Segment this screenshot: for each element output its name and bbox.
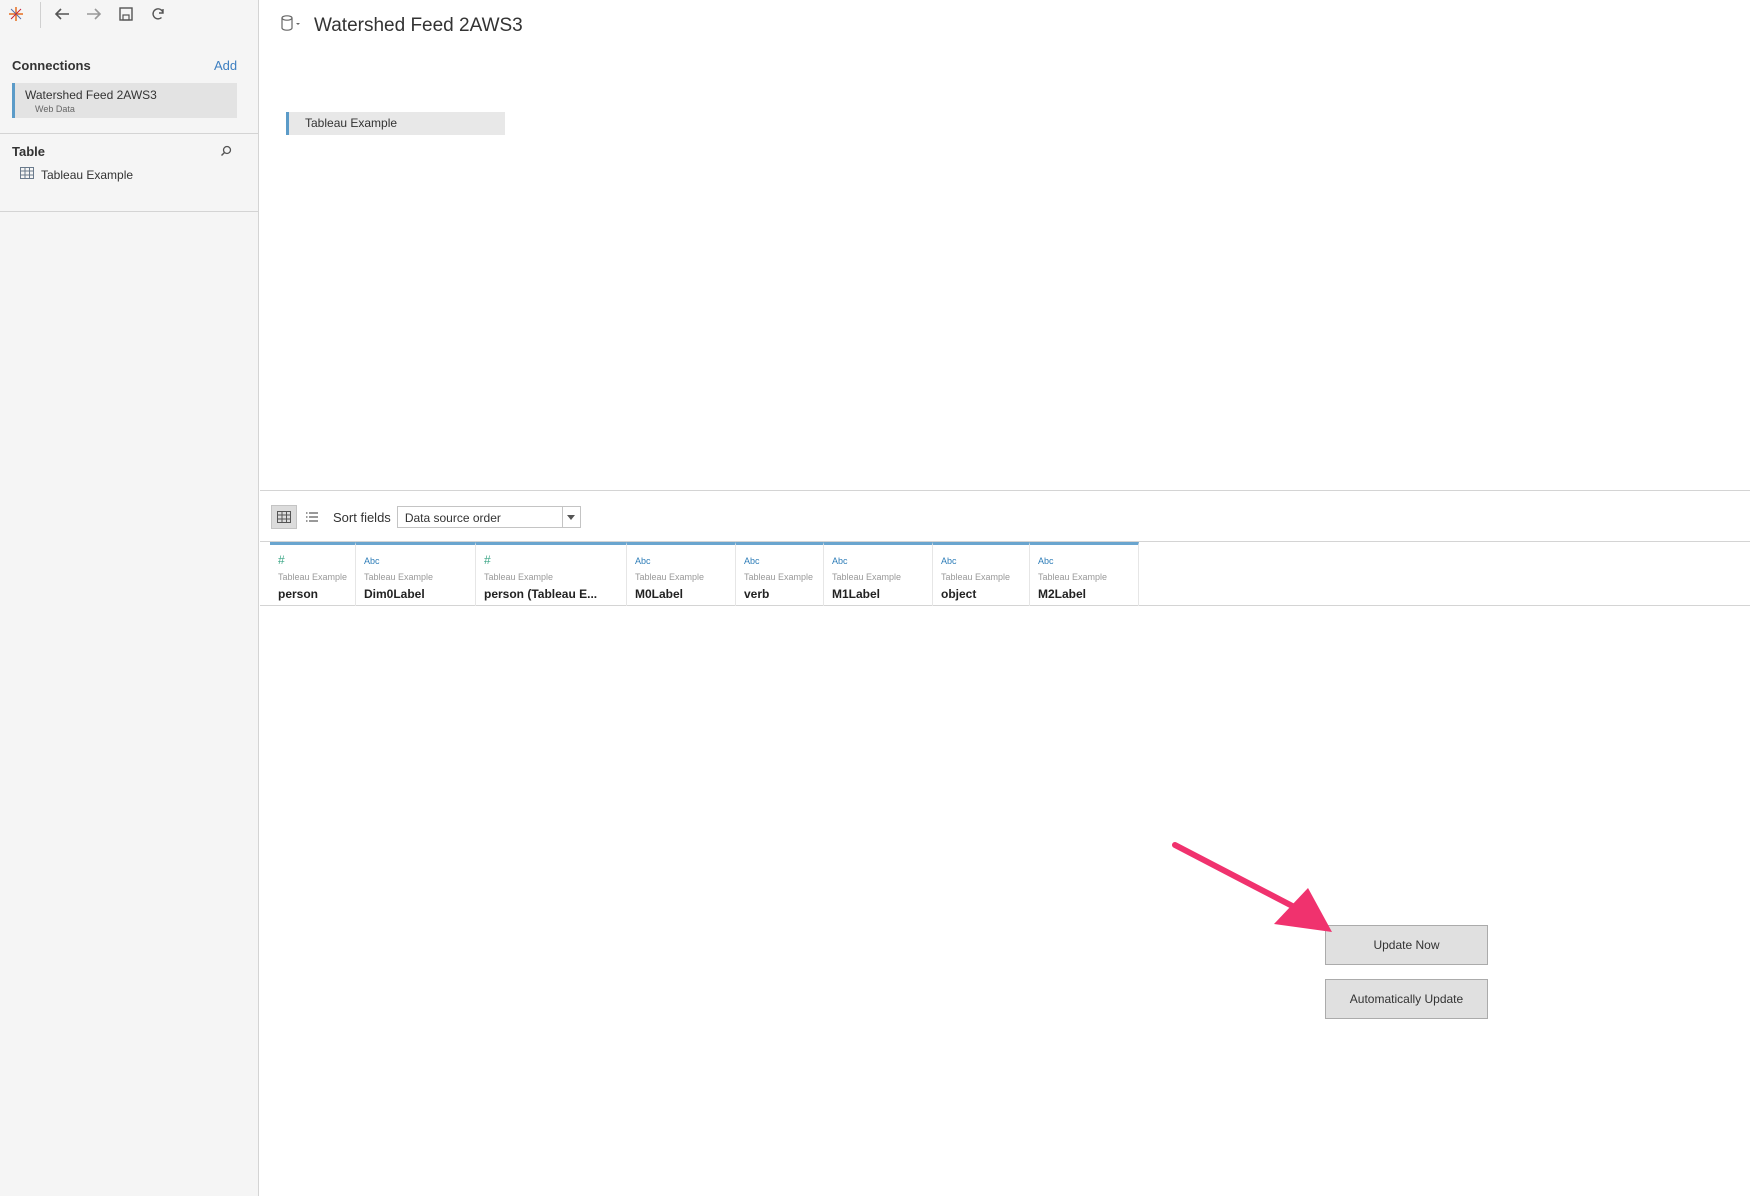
table-list-item[interactable]: Tableau Example [20, 166, 133, 184]
field-column-header[interactable]: # Tableau Example person (Tableau E... [476, 542, 627, 606]
field-name: M1Label [832, 587, 881, 601]
back-arrow-icon[interactable] [50, 2, 74, 26]
string-type-icon: Abc [832, 556, 848, 566]
database-icon[interactable] [280, 14, 302, 37]
datasource-header: Watershed Feed 2AWS3 [280, 14, 523, 37]
list-view-icon[interactable] [299, 505, 325, 529]
string-type-icon: Abc [635, 556, 651, 566]
canvas-table-pill[interactable]: Tableau Example [286, 112, 505, 135]
field-column-header[interactable]: # Tableau Example person [270, 542, 356, 606]
number-type-icon: # [278, 553, 285, 567]
string-type-icon: Abc [744, 556, 760, 566]
save-icon[interactable] [114, 2, 138, 26]
table-item-label: Tableau Example [41, 168, 134, 182]
field-source: Tableau Example [941, 572, 1011, 582]
canvas-table-label: Tableau Example [305, 116, 398, 130]
field-column-header[interactable]: Abc Tableau Example M2Label [1030, 542, 1139, 606]
left-pane: Connections Add Watershed Feed 2AWS3 Web… [0, 0, 259, 1196]
sort-fields-select[interactable]: Data source order [396, 506, 581, 528]
string-type-icon: Abc [941, 556, 957, 566]
table-grid-icon [20, 166, 34, 184]
sidebar-divider [0, 133, 259, 134]
toolbar-divider [40, 2, 41, 28]
annotation-arrow-icon [1172, 842, 1332, 932]
sidebar-divider-bottom [0, 211, 259, 212]
search-icon[interactable] [220, 144, 232, 162]
tableau-logo-icon[interactable] [4, 2, 28, 26]
connection-type: Web Data [35, 104, 75, 114]
connection-name: Watershed Feed 2AWS3 [25, 88, 157, 102]
field-column-header[interactable]: Abc Tableau Example object [933, 542, 1030, 606]
field-name: person [278, 587, 319, 601]
number-type-icon: # [484, 553, 491, 567]
sort-fields-value: Data source order [404, 511, 501, 525]
field-column-header[interactable]: Abc Tableau Example verb [736, 542, 824, 606]
data-grid-area: Sort fields Data source order # Tableau … [260, 490, 1750, 1196]
field-source: Tableau Example [278, 572, 348, 582]
field-name: Dim0Label [364, 587, 425, 601]
field-source: Tableau Example [1038, 572, 1108, 582]
field-name: M0Label [635, 587, 684, 601]
field-column-header[interactable]: Abc Tableau Example M0Label [627, 542, 736, 606]
connection-item[interactable]: Watershed Feed 2AWS3 Web Data [12, 83, 237, 118]
chevron-down-icon [561, 507, 580, 527]
field-column-header[interactable]: Abc Tableau Example Dim0Label [356, 542, 476, 606]
add-connection-link[interactable]: Add [214, 58, 237, 73]
sort-fields-label: Sort fields [333, 509, 391, 525]
grid-view-icon[interactable] [271, 505, 297, 529]
field-source: Tableau Example [635, 572, 705, 582]
field-name: object [941, 587, 977, 601]
main-pane: Watershed Feed 2AWS3 Tableau Example Sor… [260, 0, 1750, 1196]
forward-arrow-icon[interactable] [82, 2, 106, 26]
field-source: Tableau Example [484, 572, 554, 582]
datasource-title[interactable]: Watershed Feed 2AWS3 [314, 15, 523, 37]
field-source: Tableau Example [744, 572, 814, 582]
update-now-button[interactable]: Update Now [1325, 925, 1488, 965]
top-toolbar [0, 0, 259, 30]
refresh-icon[interactable] [146, 2, 170, 26]
table-heading: Table [12, 144, 45, 159]
field-name: verb [744, 587, 770, 601]
field-source: Tableau Example [364, 572, 434, 582]
field-source: Tableau Example [832, 572, 902, 582]
field-column-header[interactable]: Abc Tableau Example M1Label [824, 542, 933, 606]
string-type-icon: Abc [364, 556, 380, 566]
field-name: M2Label [1038, 587, 1087, 601]
string-type-icon: Abc [1038, 556, 1054, 566]
field-name: person (Tableau E... [484, 587, 598, 601]
grid-toolbar: Sort fields Data source order [271, 504, 581, 530]
connections-heading: Connections [12, 58, 91, 73]
automatically-update-button[interactable]: Automatically Update [1325, 979, 1488, 1019]
field-header-row: # Tableau Example person Abc Tableau Exa… [260, 541, 1750, 606]
